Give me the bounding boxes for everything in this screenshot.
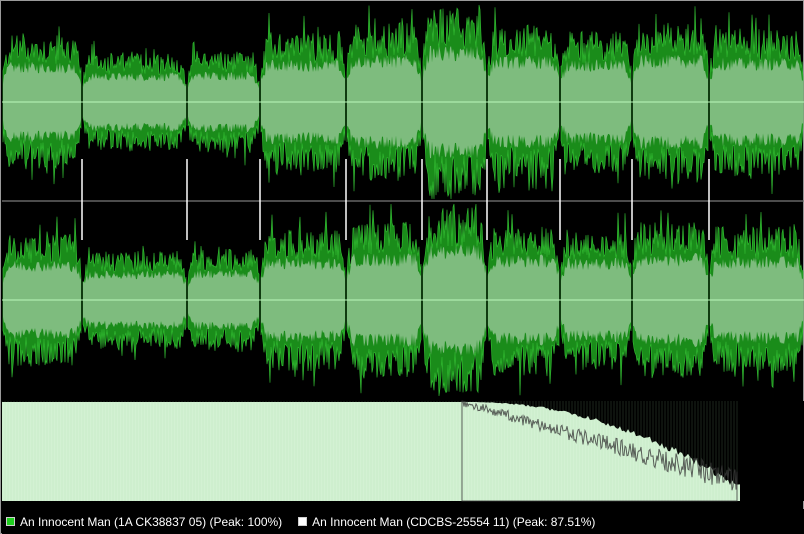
legend-item-track-1: An Innocent Man (1A CK38837 05) (Peak: 1… xyxy=(6,515,282,529)
white-square-icon xyxy=(298,517,308,526)
legend-label-track-2: An Innocent Man (CDCBS-25554 11) (Peak: … xyxy=(312,514,596,529)
legend-label-track-1: An Innocent Man (1A CK38837 05) (Peak: 1… xyxy=(20,514,283,529)
green-square-icon xyxy=(6,517,15,526)
legend-bar: An Innocent Man (1A CK38837 05) (Peak: 1… xyxy=(2,509,804,534)
waveform-comparison-viewer: An Innocent Man (1A CK38837 05) (Peak: 1… xyxy=(0,0,804,534)
waveform-display[interactable] xyxy=(2,2,804,509)
legend-item-track-2: An Innocent Man (CDCBS-25554 11) (Peak: … xyxy=(298,515,595,529)
